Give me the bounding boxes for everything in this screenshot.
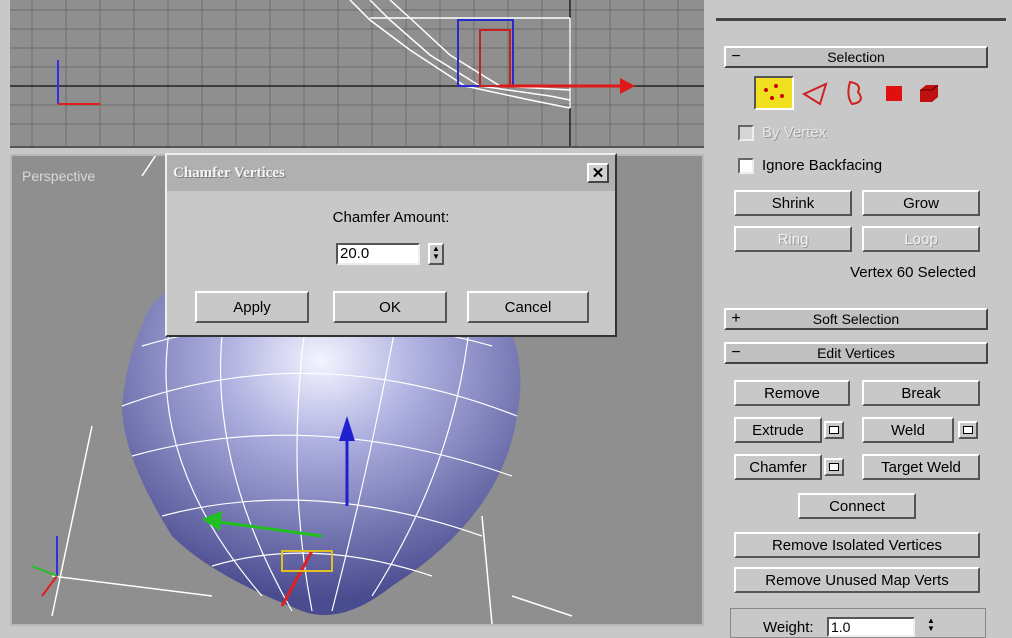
subobject-polygon-button[interactable] [884,84,906,104]
chamfer-amount-input[interactable]: 20.0 [336,243,420,265]
remove-button[interactable]: Remove [734,380,850,406]
loop-button[interactable]: Loop [862,226,980,252]
extrude-settings-button[interactable] [824,421,844,439]
close-icon: ✕ [591,165,605,182]
collapse-icon: − [731,344,741,361]
ring-button[interactable]: Ring [734,226,852,252]
front-viewport[interactable] [10,0,704,148]
target-weld-button[interactable]: Target Weld [862,454,980,480]
shrink-button[interactable]: Shrink [734,190,852,216]
remove-isolated-vertices-button[interactable]: Remove Isolated Vertices [734,532,980,558]
chamfer-amount-spinner[interactable]: ▲ ▼ [428,243,444,265]
edge-icon [801,82,828,106]
ignore-backfacing-label: Ignore Backfacing [762,157,883,174]
edit-vertices-rollout-title: Edit Vertices [817,345,895,361]
edit-vertices-rollout-header[interactable]: − Edit Vertices [724,342,988,364]
apply-button[interactable]: Apply [195,291,309,323]
panel-top-divider [716,18,1006,21]
command-panel: − Selection By Vertex Ignore Backfacing … [706,0,1012,638]
subobject-element-button[interactable] [916,82,942,106]
by-vertex-checkbox[interactable]: By Vertex [738,124,826,141]
extrude-button[interactable]: Extrude [734,417,822,443]
vertex-icon [764,84,784,100]
expand-icon: + [731,310,741,327]
dialog-title-bar[interactable]: Chamfer Vertices ✕ [167,155,615,191]
weld-button[interactable]: Weld [862,417,954,443]
weld-settings-button[interactable] [958,421,978,439]
close-button[interactable]: ✕ [587,163,609,183]
subobject-vertex-button[interactable] [754,76,794,110]
subobject-edge-button[interactable] [800,80,832,108]
break-button[interactable]: Break [862,380,980,406]
selection-rollout-header[interactable]: − Selection [724,46,988,68]
chamfer-vertices-dialog: Chamfer Vertices ✕ Chamfer Amount: 20.0 … [165,153,617,337]
by-vertex-label: By Vertex [762,124,827,141]
remove-unused-map-verts-button[interactable]: Remove Unused Map Verts [734,567,980,593]
checkbox-icon [738,124,754,141]
weight-input[interactable]: 1.0 [827,617,915,637]
front-viewport-canvas [10,0,704,146]
spinner-down-icon[interactable]: ▼ [430,253,442,261]
collapse-icon: − [731,48,741,65]
subobject-border-button[interactable] [840,78,870,108]
selection-status: Vertex 60 Selected [850,264,976,281]
ok-button[interactable]: OK [333,291,447,323]
weight-spinner[interactable]: ▲ ▼ [927,617,941,637]
element-icon [920,84,939,102]
chamfer-button[interactable]: Chamfer [734,454,822,480]
soft-selection-rollout-title: Soft Selection [812,311,900,327]
dialog-title: Chamfer Vertices [173,164,285,181]
chamfer-amount-label: Chamfer Amount: [332,209,450,226]
polygon-icon [886,86,902,101]
weight-group: Weight: 1.0 ▲ ▼ [730,608,986,638]
border-icon [847,80,862,106]
checkbox-icon [738,157,754,174]
selection-rollout-title: Selection [827,49,885,65]
grow-button[interactable]: Grow [862,190,980,216]
cancel-button[interactable]: Cancel [467,291,589,323]
chamfer-settings-button[interactable] [824,458,844,476]
soft-selection-rollout-header[interactable]: + Soft Selection [724,308,988,330]
connect-button[interactable]: Connect [798,493,916,519]
ignore-backfacing-checkbox[interactable]: Ignore Backfacing [738,157,882,174]
